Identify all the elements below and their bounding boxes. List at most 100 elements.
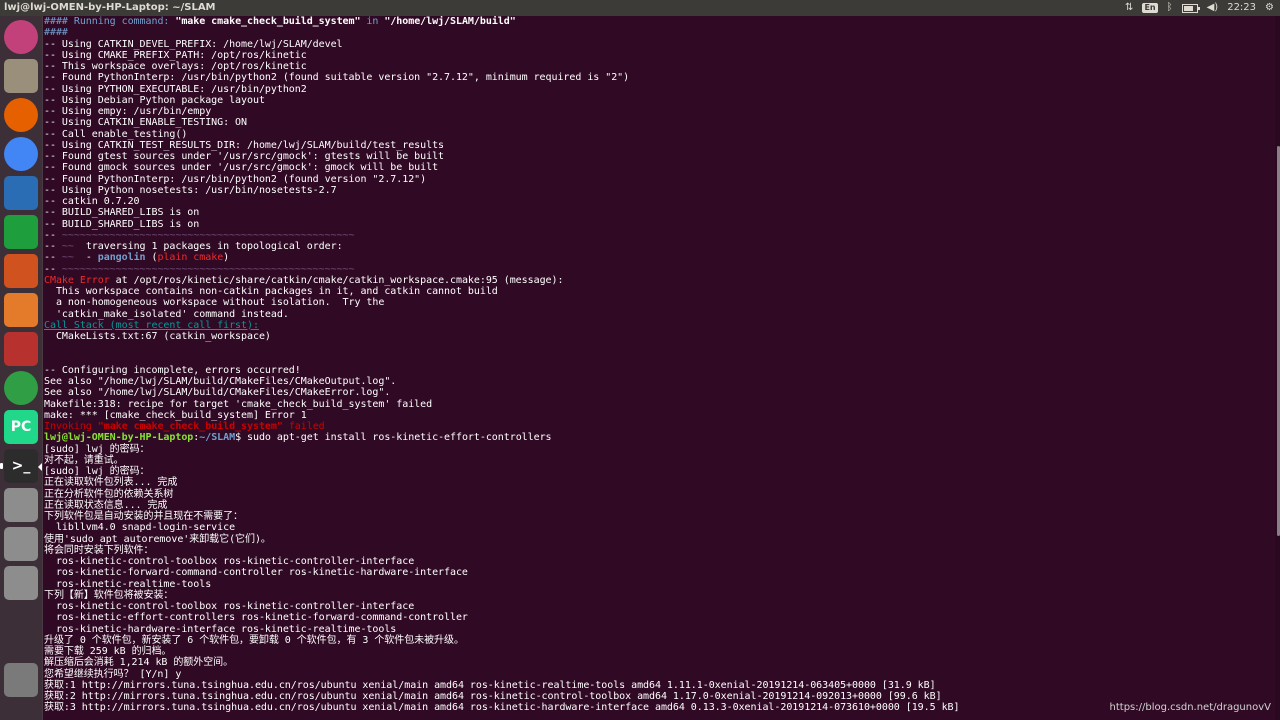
terminal-text-segment: -: [73, 252, 98, 264]
terminal-line: lwj@lwj-OMEN-by-HP-Laptop:~/SLAM$ sudo a…: [44, 432, 959, 443]
terminal-text-segment: --: [44, 252, 62, 264]
system-settings-icon[interactable]: [4, 332, 38, 366]
terminal-line: -- BUILD_SHARED_LIBS is on: [44, 207, 959, 218]
terminal-text-segment: "make cmake_check_build_system": [97, 421, 283, 432]
chrome-icon[interactable]: [4, 137, 38, 171]
terminal-text-segment: 您希望继续执行吗？ [Y/n] y: [44, 668, 182, 680]
terminal-text-segment: ~~: [61, 252, 74, 264]
files-icon[interactable]: [4, 59, 38, 93]
ubuntu-dash-icon[interactable]: [4, 20, 38, 54]
volume-icon[interactable]: ◀): [1207, 0, 1219, 16]
drive-icon[interactable]: [4, 488, 38, 522]
terminal-line: 'catkin_make_isolated' command instead.: [44, 309, 959, 320]
terminal-text-segment: (: [145, 252, 158, 264]
terminal-line: ros-kinetic-control-toolbox ros-kinetic-…: [44, 556, 959, 567]
terminal-text-segment: ####: [44, 27, 68, 39]
terminal-line: -- ~~ traversing 1 packages in topologic…: [44, 241, 959, 252]
keyboard-layout-icon[interactable]: En: [1142, 3, 1158, 13]
terminal-line: a non-homogeneous workspace without isol…: [44, 297, 959, 308]
terminal-line: -- Using CATKIN_TEST_RESULTS_DIR: /home/…: [44, 140, 959, 151]
terminal-text-segment: -- Call enable_testing(): [44, 128, 188, 140]
terminal-line: -- Found gmock sources under '/usr/src/g…: [44, 162, 959, 173]
impress-icon[interactable]: [4, 254, 38, 288]
terminal-line: 升级了 0 个软件包，新安装了 6 个软件包，要卸载 0 个软件包，有 3 个软…: [44, 635, 959, 646]
terminal-text-segment: -- BUILD_SHARED_LIBS is on: [44, 207, 200, 219]
terminal-window[interactable]: #### Running command: "make cmake_check_…: [43, 16, 1274, 720]
terminal-text-segment: CMake Error: [44, 274, 110, 286]
terminal-line: make: *** [cmake_check_build_system] Err…: [44, 410, 959, 421]
terminal-text-segment: 需要下载 259 kB 的归档。: [44, 646, 172, 657]
terminal-line: -- This workspace overlays: /opt/ros/kin…: [44, 61, 959, 72]
terminal-line: -- Configuring incomplete, errors occurr…: [44, 365, 959, 376]
software-center-icon[interactable]: [4, 293, 38, 327]
terminal-text-segment: -- Found PythonInterp: /usr/bin/python2 …: [44, 173, 427, 185]
terminal-text-segment: ros-kinetic-realtime-tools: [44, 578, 212, 590]
terminal-text-segment: -- Using CATKIN_DEVEL_PREFIX: /home/lwj/…: [44, 38, 343, 50]
terminal-line: 获取:2 http://mirrors.tuna.tsinghua.edu.cn…: [44, 691, 959, 702]
firefox-icon[interactable]: [4, 98, 38, 132]
terminal-text-segment: lwj@lwj-OMEN-by-HP-Laptop: [44, 432, 194, 444]
terminal-line: ros-kinetic-hardware-interface ros-kinet…: [44, 624, 959, 635]
terminal-line: -- Call enable_testing(): [44, 129, 959, 140]
terminal-text-segment: 获取:2 http://mirrors.tuna.tsinghua.edu.cn…: [44, 691, 942, 702]
terminal-line: ros-kinetic-effort-controllers ros-kinet…: [44, 612, 959, 623]
update-icon[interactable]: [4, 371, 38, 405]
terminal-text-segment: 正在读取状态信息... 完成: [44, 499, 168, 511]
terminal-text-segment: traversing 1 packages in topological ord…: [73, 241, 343, 252]
terminal-text-segment: This workspace contains non-catkin packa…: [44, 286, 498, 297]
pycharm-icon[interactable]: PC: [4, 410, 38, 444]
terminal-text-segment: ): [223, 252, 230, 264]
terminal-text-segment: 对不起，请重试。: [44, 454, 124, 466]
terminal-line: 正在分析软件包的依赖关系树: [44, 489, 959, 500]
terminal-text-segment: 正在读取软件包列表... 完成: [44, 477, 178, 489]
calc-icon[interactable]: [4, 215, 38, 249]
terminal-text-segment: a non-homogeneous workspace without isol…: [44, 297, 385, 309]
terminal-output: #### Running command: "make cmake_check_…: [44, 16, 960, 714]
terminal-line: ros-kinetic-control-toolbox ros-kinetic-…: [44, 601, 959, 612]
terminal-line: Invoking "make cmake_check_build_system"…: [44, 421, 959, 432]
terminal-line: 您希望继续执行吗？ [Y/n] y: [44, 669, 959, 680]
terminal-text-segment: $ sudo apt-get install ros-kinetic-effor…: [235, 432, 552, 444]
terminal-text-segment: 'catkin_make_isolated' command instead.: [44, 308, 289, 320]
terminal-text-segment: ros-kinetic-hardware-interface ros-kinet…: [44, 623, 397, 635]
terminal-line: [sudo] lwj 的密码：: [44, 466, 959, 477]
terminal-line: -- Using Debian Python package layout: [44, 95, 959, 106]
terminal-text-segment: pangolin: [97, 252, 146, 264]
terminal-line: -- catkin 0.7.20: [44, 196, 959, 207]
terminal-line: -- Found PythonInterp: /usr/bin/python2 …: [44, 174, 959, 185]
terminal-line: 使用'sudo apt autoremove'来卸载它(它们)。: [44, 534, 959, 545]
terminal-text-segment: 获取:1 http://mirrors.tuna.tsinghua.edu.cn…: [44, 679, 936, 691]
bluetooth-icon[interactable]: ᛒ: [1167, 0, 1173, 16]
drive-icon[interactable]: [4, 566, 38, 600]
terminal-text-segment: -- Found gtest sources under '/usr/src/g…: [44, 151, 445, 162]
terminal-icon[interactable]: >_: [0, 449, 42, 483]
trash-icon[interactable]: [4, 663, 38, 697]
terminal-line: 需要下载 259 kB 的归档。: [44, 646, 959, 657]
terminal-text-segment: ros-kinetic-effort-controllers ros-kinet…: [44, 612, 468, 624]
terminal-line: -- Using empy: /usr/bin/empy: [44, 106, 959, 117]
terminal-line: [sudo] lwj 的密码：: [44, 444, 959, 455]
terminal-line: 将会同时安装下列软件：: [44, 545, 959, 556]
terminal-line: -- ~~~~~~~~~~~~~~~~~~~~~~~~~~~~~~~~~~~~~…: [44, 264, 959, 275]
terminal-text-segment: Invoking: [44, 421, 98, 432]
network-updown-icon[interactable]: ⇅: [1125, 0, 1133, 16]
terminal-text-segment: ~/SLAM: [199, 432, 236, 444]
terminal-text-segment: 使用'sudo apt autoremove'来卸载它(它们)。: [44, 533, 271, 545]
clock[interactable]: 22:23: [1227, 0, 1256, 16]
terminal-text-segment: --: [44, 263, 62, 275]
terminal-text-segment: -- Found gmock sources under '/usr/src/g…: [44, 162, 439, 174]
terminal-text-segment: 将会同时安装下列软件：: [44, 544, 154, 556]
gear-icon[interactable]: ⚙: [1265, 0, 1274, 16]
writer-icon[interactable]: [4, 176, 38, 210]
launcher-item-label: >_: [11, 458, 31, 474]
drive-icon[interactable]: [4, 527, 38, 561]
terminal-text-segment: ~~: [61, 241, 74, 252]
terminal-text-segment: -- This workspace overlays: /opt/ros/kin…: [44, 61, 307, 72]
terminal-text-segment: -- Using empy: /usr/bin/empy: [44, 106, 212, 117]
terminal-line: Call Stack (most recent call first):: [44, 320, 959, 331]
terminal-text-segment: 下列【新】软件包将被安装：: [44, 589, 174, 601]
battery-icon[interactable]: [1181, 3, 1200, 13]
launcher-item-label: PC: [10, 419, 32, 435]
terminal-line: CMake Error at /opt/ros/kinetic/share/ca…: [44, 275, 959, 286]
terminal-scrollbar[interactable]: [1275, 16, 1280, 720]
